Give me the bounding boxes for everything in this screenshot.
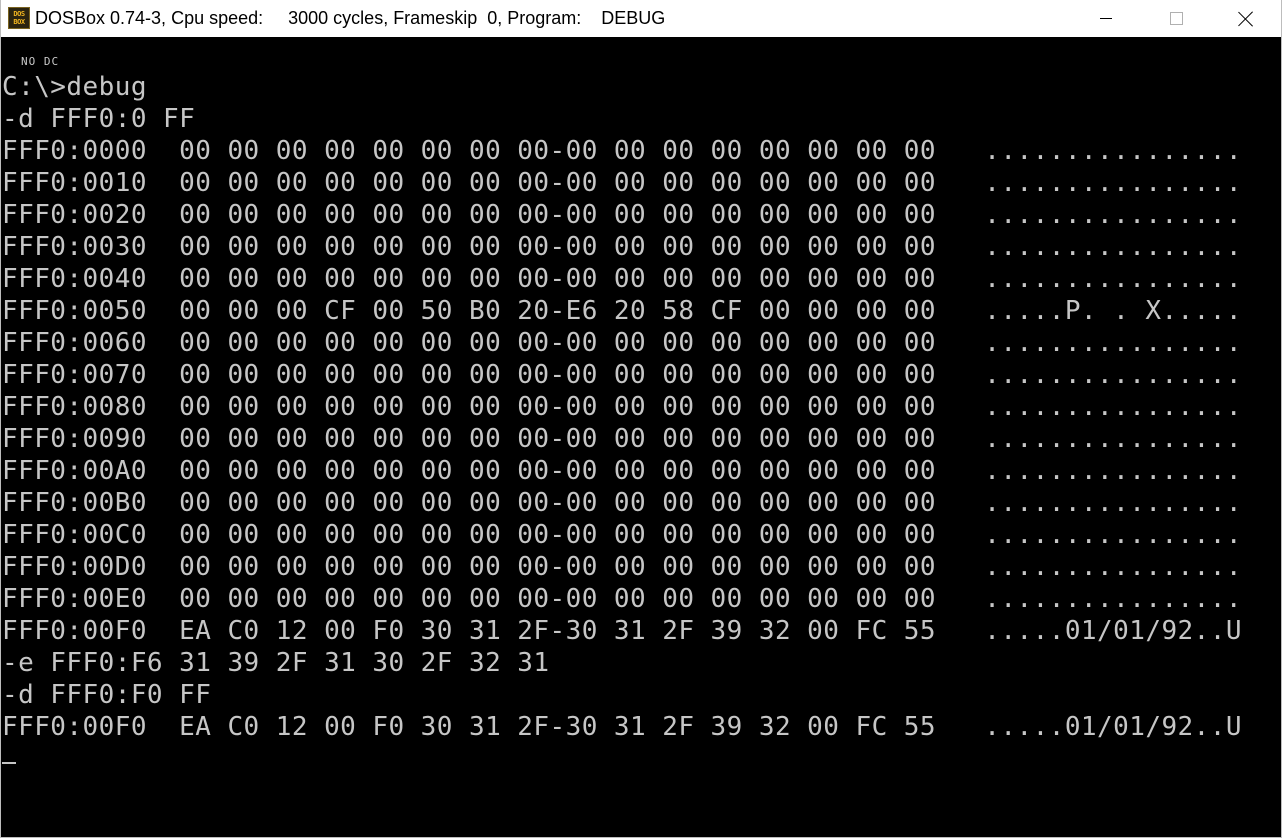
console-line: FFF0:0070 00 00 00 00 00 00 00 00-00 00 …: [2, 360, 1242, 390]
minimize-icon: [1100, 18, 1112, 19]
minimize-button[interactable]: [1071, 0, 1141, 37]
console-line: FFF0:00B0 00 00 00 00 00 00 00 00-00 00 …: [2, 488, 1242, 518]
prompt-cursor-line[interactable]: [2, 743, 1242, 775]
dosbox-window: DOS BOX DOSBox 0.74-3, Cpu speed: 3000 c…: [0, 0, 1282, 838]
dos-console-screen[interactable]: NO DC C:\>debug -d FFF0:0 FF FFF0:0000 00 …: [2, 37, 1281, 837]
maximize-icon: [1169, 12, 1183, 25]
title-bar[interactable]: DOS BOX DOSBox 0.74-3, Cpu speed: 3000 c…: [1, 0, 1281, 37]
icon-label-bottom: BOX: [13, 18, 25, 26]
console-line: C:\>debug: [2, 72, 147, 102]
console-line: FFF0:0090 00 00 00 00 00 00 00 00-00 00 …: [2, 424, 1242, 454]
maximize-button[interactable]: [1141, 0, 1211, 37]
console-line: FFF0:0030 00 00 00 00 00 00 00 00-00 00 …: [2, 232, 1242, 262]
console-line: FFF0:0040 00 00 00 00 00 00 00 00-00 00 …: [2, 264, 1242, 294]
close-icon: [1238, 11, 1254, 27]
console-line: FFF0:0000 00 00 00 00 00 00 00 00-00 00 …: [2, 136, 1242, 166]
console-line: FFF0:0010 00 00 00 00 00 00 00 00-00 00 …: [2, 168, 1242, 198]
status-tag: NO DC: [21, 55, 60, 68]
console-line: -e FFF0:F6 31 39 2F 31 30 2F 32 31: [2, 648, 550, 678]
text-cursor: [2, 761, 16, 764]
icon-label-top: DOS: [13, 10, 25, 18]
console-output: C:\>debug -d FFF0:0 FF FFF0:0000 00 00 00 …: [2, 71, 1242, 775]
console-line: FFF0:00D0 00 00 00 00 00 00 00 00-00 00 …: [2, 552, 1242, 582]
console-line: FFF0:0080 00 00 00 00 00 00 00 00-00 00 …: [2, 392, 1242, 422]
console-line: FFF0:0050 00 00 00 CF 00 50 B0 20-E6 20 …: [2, 296, 1242, 326]
console-line: FFF0:00F0 EA C0 12 00 F0 30 31 2F-30 31 …: [2, 712, 1242, 742]
console-line: FFF0:0020 00 00 00 00 00 00 00 00-00 00 …: [2, 200, 1242, 230]
console-line: FFF0:00C0 00 00 00 00 00 00 00 00-00 00 …: [2, 520, 1242, 550]
console-line: FFF0:00E0 00 00 00 00 00 00 00 00-00 00 …: [2, 584, 1242, 614]
console-line: FFF0:00F0 EA C0 12 00 F0 30 31 2F-30 31 …: [2, 616, 1242, 646]
dosbox-icon[interactable]: DOS BOX: [8, 7, 30, 29]
console-line: -d FFF0:F0 FF: [2, 680, 212, 710]
window-title: DOSBox 0.74-3, Cpu speed: 3000 cycles, F…: [35, 8, 666, 28]
console-line: -d FFF0:0 FF: [2, 104, 196, 134]
console-line: FFF0:0060 00 00 00 00 00 00 00 00-00 00 …: [2, 328, 1242, 358]
console-line: FFF0:00A0 00 00 00 00 00 00 00 00-00 00 …: [2, 456, 1242, 486]
close-button[interactable]: [1211, 0, 1281, 37]
